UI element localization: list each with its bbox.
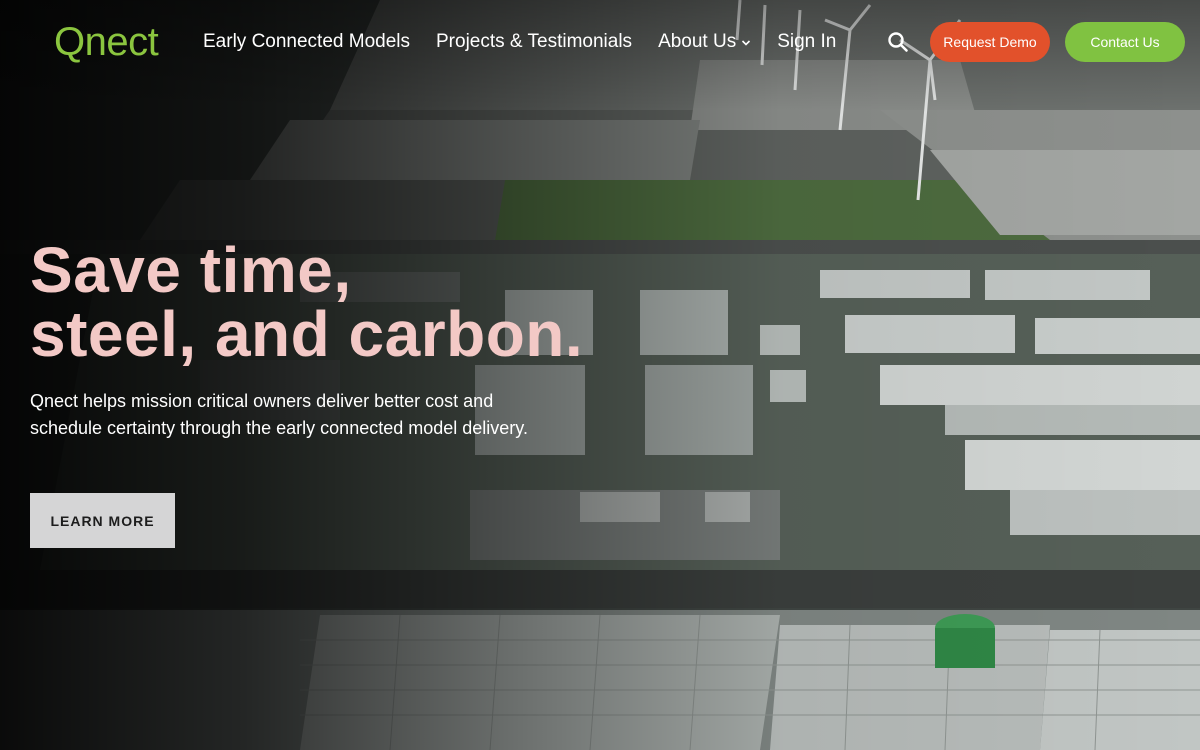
search-icon bbox=[888, 32, 908, 52]
headline-line: Save time, bbox=[30, 234, 352, 306]
headline-line: steel, and carbon. bbox=[30, 298, 584, 370]
nav-link-label: About Us bbox=[658, 31, 737, 52]
contact-us-button[interactable]: Contact Us bbox=[1065, 22, 1185, 62]
subtext-line: schedule certainty through the early con… bbox=[30, 418, 528, 438]
hero-headline: Save time, steel, and carbon. bbox=[30, 238, 650, 366]
chevron-down-icon bbox=[742, 40, 751, 46]
subtext-line: Qnect helps mission critical owners deli… bbox=[30, 391, 494, 411]
nav-link-label: Early Connected Models bbox=[203, 31, 410, 52]
nav-links: Early Connected Models Projects & Testim… bbox=[203, 28, 862, 56]
hero-subtext: Qnect helps mission critical owners deli… bbox=[30, 388, 590, 442]
nav-sign-in[interactable]: Sign In bbox=[777, 28, 836, 56]
top-navigation: Qnect Early Connected Models Projects & … bbox=[0, 0, 1200, 84]
request-demo-button[interactable]: Request Demo bbox=[930, 22, 1050, 62]
nav-link-label: Projects & Testimonials bbox=[436, 31, 633, 52]
nav-early-connected-models[interactable]: Early Connected Models bbox=[203, 28, 410, 56]
nav-projects-testimonials[interactable]: Projects & Testimonials bbox=[436, 28, 632, 56]
search-button[interactable] bbox=[886, 30, 910, 54]
qnect-logo[interactable]: Qnect bbox=[54, 20, 159, 64]
learn-more-button[interactable]: LEARN MORE bbox=[30, 493, 175, 548]
nav-about-us[interactable]: About Us bbox=[658, 28, 751, 56]
nav-link-label: Sign In bbox=[777, 31, 837, 52]
logo-text: Qnect bbox=[54, 20, 159, 64]
hero-dark-overlay bbox=[0, 0, 1200, 750]
